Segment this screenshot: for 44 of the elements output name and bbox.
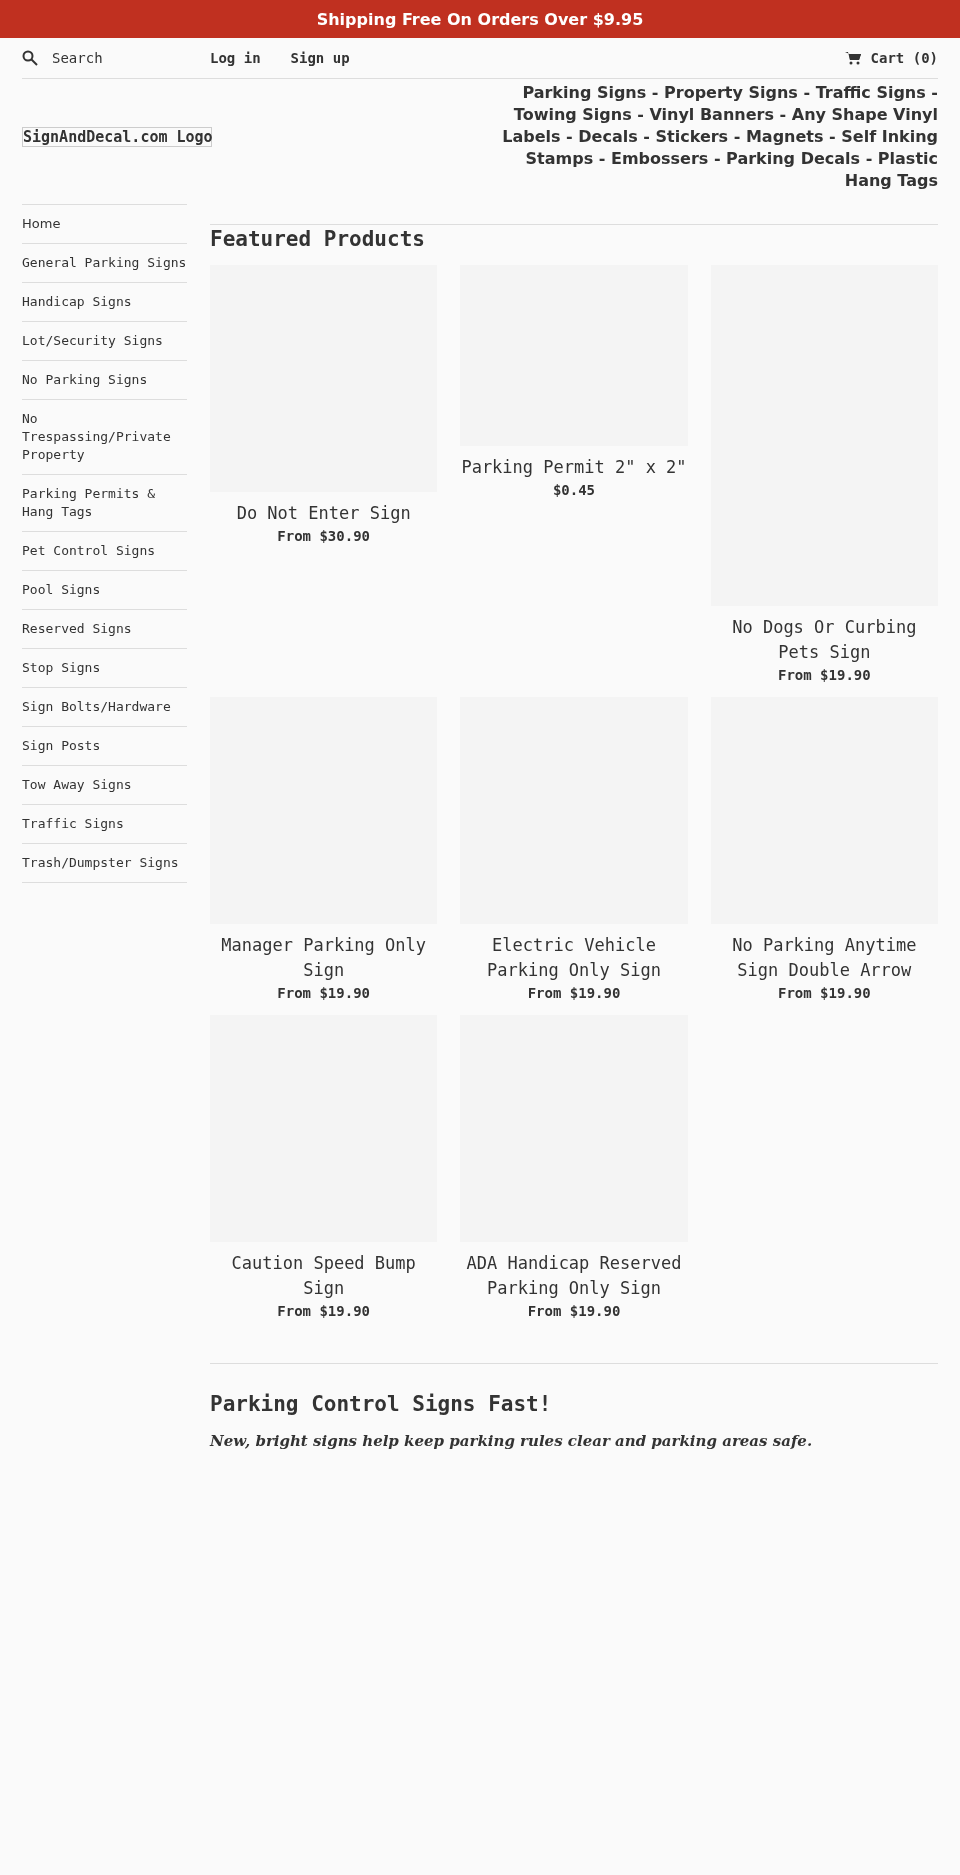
product-title[interactable]: No Parking Anytime Sign Double Arrow: [710, 933, 938, 983]
product-price: From $19.90: [526, 1302, 622, 1321]
product-price: From $19.90: [526, 984, 622, 1003]
product-title[interactable]: Manager Parking Only Sign: [210, 933, 438, 983]
sidebar-item[interactable]: Sign Bolts/Hardware: [22, 688, 187, 727]
product-title[interactable]: Caution Speed Bump Sign: [210, 1251, 438, 1301]
account-link[interactable]: Sign up: [290, 50, 350, 66]
sidebar-item[interactable]: Pet Control Signs: [22, 532, 187, 571]
product-price: From $19.90: [776, 666, 872, 685]
search-icon[interactable]: [22, 50, 38, 66]
intro-text: New, bright signs help keep parking rules clear and parking areas safe.: [210, 1432, 814, 1450]
product-price: From $19.90: [276, 1302, 371, 1321]
section-heading: Featured Products: [210, 224, 938, 251]
announcement-text: Shipping Free On Orders Over $9.95: [316, 9, 644, 29]
sidebar-item[interactable]: Tow Away Signs: [22, 766, 187, 805]
product-title[interactable]: Do Not Enter Sign: [210, 501, 438, 526]
sidebar-item[interactable]: General Parking Signs: [22, 244, 187, 283]
account-link[interactable]: Log in: [210, 50, 261, 66]
sidebar-item[interactable]: Reserved Signs: [22, 610, 187, 649]
product-price: From $19.90: [276, 984, 371, 1003]
sidebar-item[interactable]: Parking Permits & Hang Tags: [22, 475, 187, 532]
sidebar-item[interactable]: Traffic Signs: [22, 805, 187, 844]
sidebar-item[interactable]: No Trespassing/Private Property: [22, 400, 187, 475]
product-price: From $30.90: [276, 527, 371, 546]
sidebar-item[interactable]: Lot/Security Signs: [22, 322, 187, 361]
product-price: From $19.90: [776, 984, 872, 1003]
sidebar-item[interactable]: No Parking Signs: [22, 361, 187, 400]
product-title[interactable]: Electric Vehicle Parking Only Sign: [460, 933, 688, 983]
sidebar-item[interactable]: Stop Signs: [22, 649, 187, 688]
cart-icon[interactable]: [844, 51, 861, 65]
sidebar-item[interactable]: Pool Signs: [22, 571, 187, 610]
cart-link[interactable]: Cart (0): [870, 50, 938, 66]
section-heading: Parking Control Signs Fast!: [210, 1392, 553, 1416]
search-field[interactable]: Search: [52, 50, 172, 66]
product-title[interactable]: No Dogs Or Curbing Pets Sign: [710, 615, 938, 665]
logo[interactable]: SignAndDecal.com Logo: [22, 127, 212, 147]
tagline: Parking Signs - Property Signs - Traffic Signs - Towing Signs - Vinyl Banners - Any Shape Vinyl Labels - Decals - Stickers - Magnets - Self Inking Stamps - Embossers - Parking Decals - Plastic Hang Tags: [501, 82, 938, 192]
sidebar-item[interactable]: Handicap Signs: [22, 283, 187, 322]
sidebar-item[interactable]: Home: [22, 205, 187, 244]
product-title[interactable]: ADA Handicap Reserved Parking Only Sign: [460, 1251, 688, 1301]
product-title[interactable]: Parking Permit 2" x 2": [460, 455, 688, 480]
sidebar-item[interactable]: Sign Posts: [22, 727, 187, 766]
sidebar-item[interactable]: Trash/Dumpster Signs: [22, 844, 187, 883]
product-price: $0.45: [551, 481, 597, 500]
